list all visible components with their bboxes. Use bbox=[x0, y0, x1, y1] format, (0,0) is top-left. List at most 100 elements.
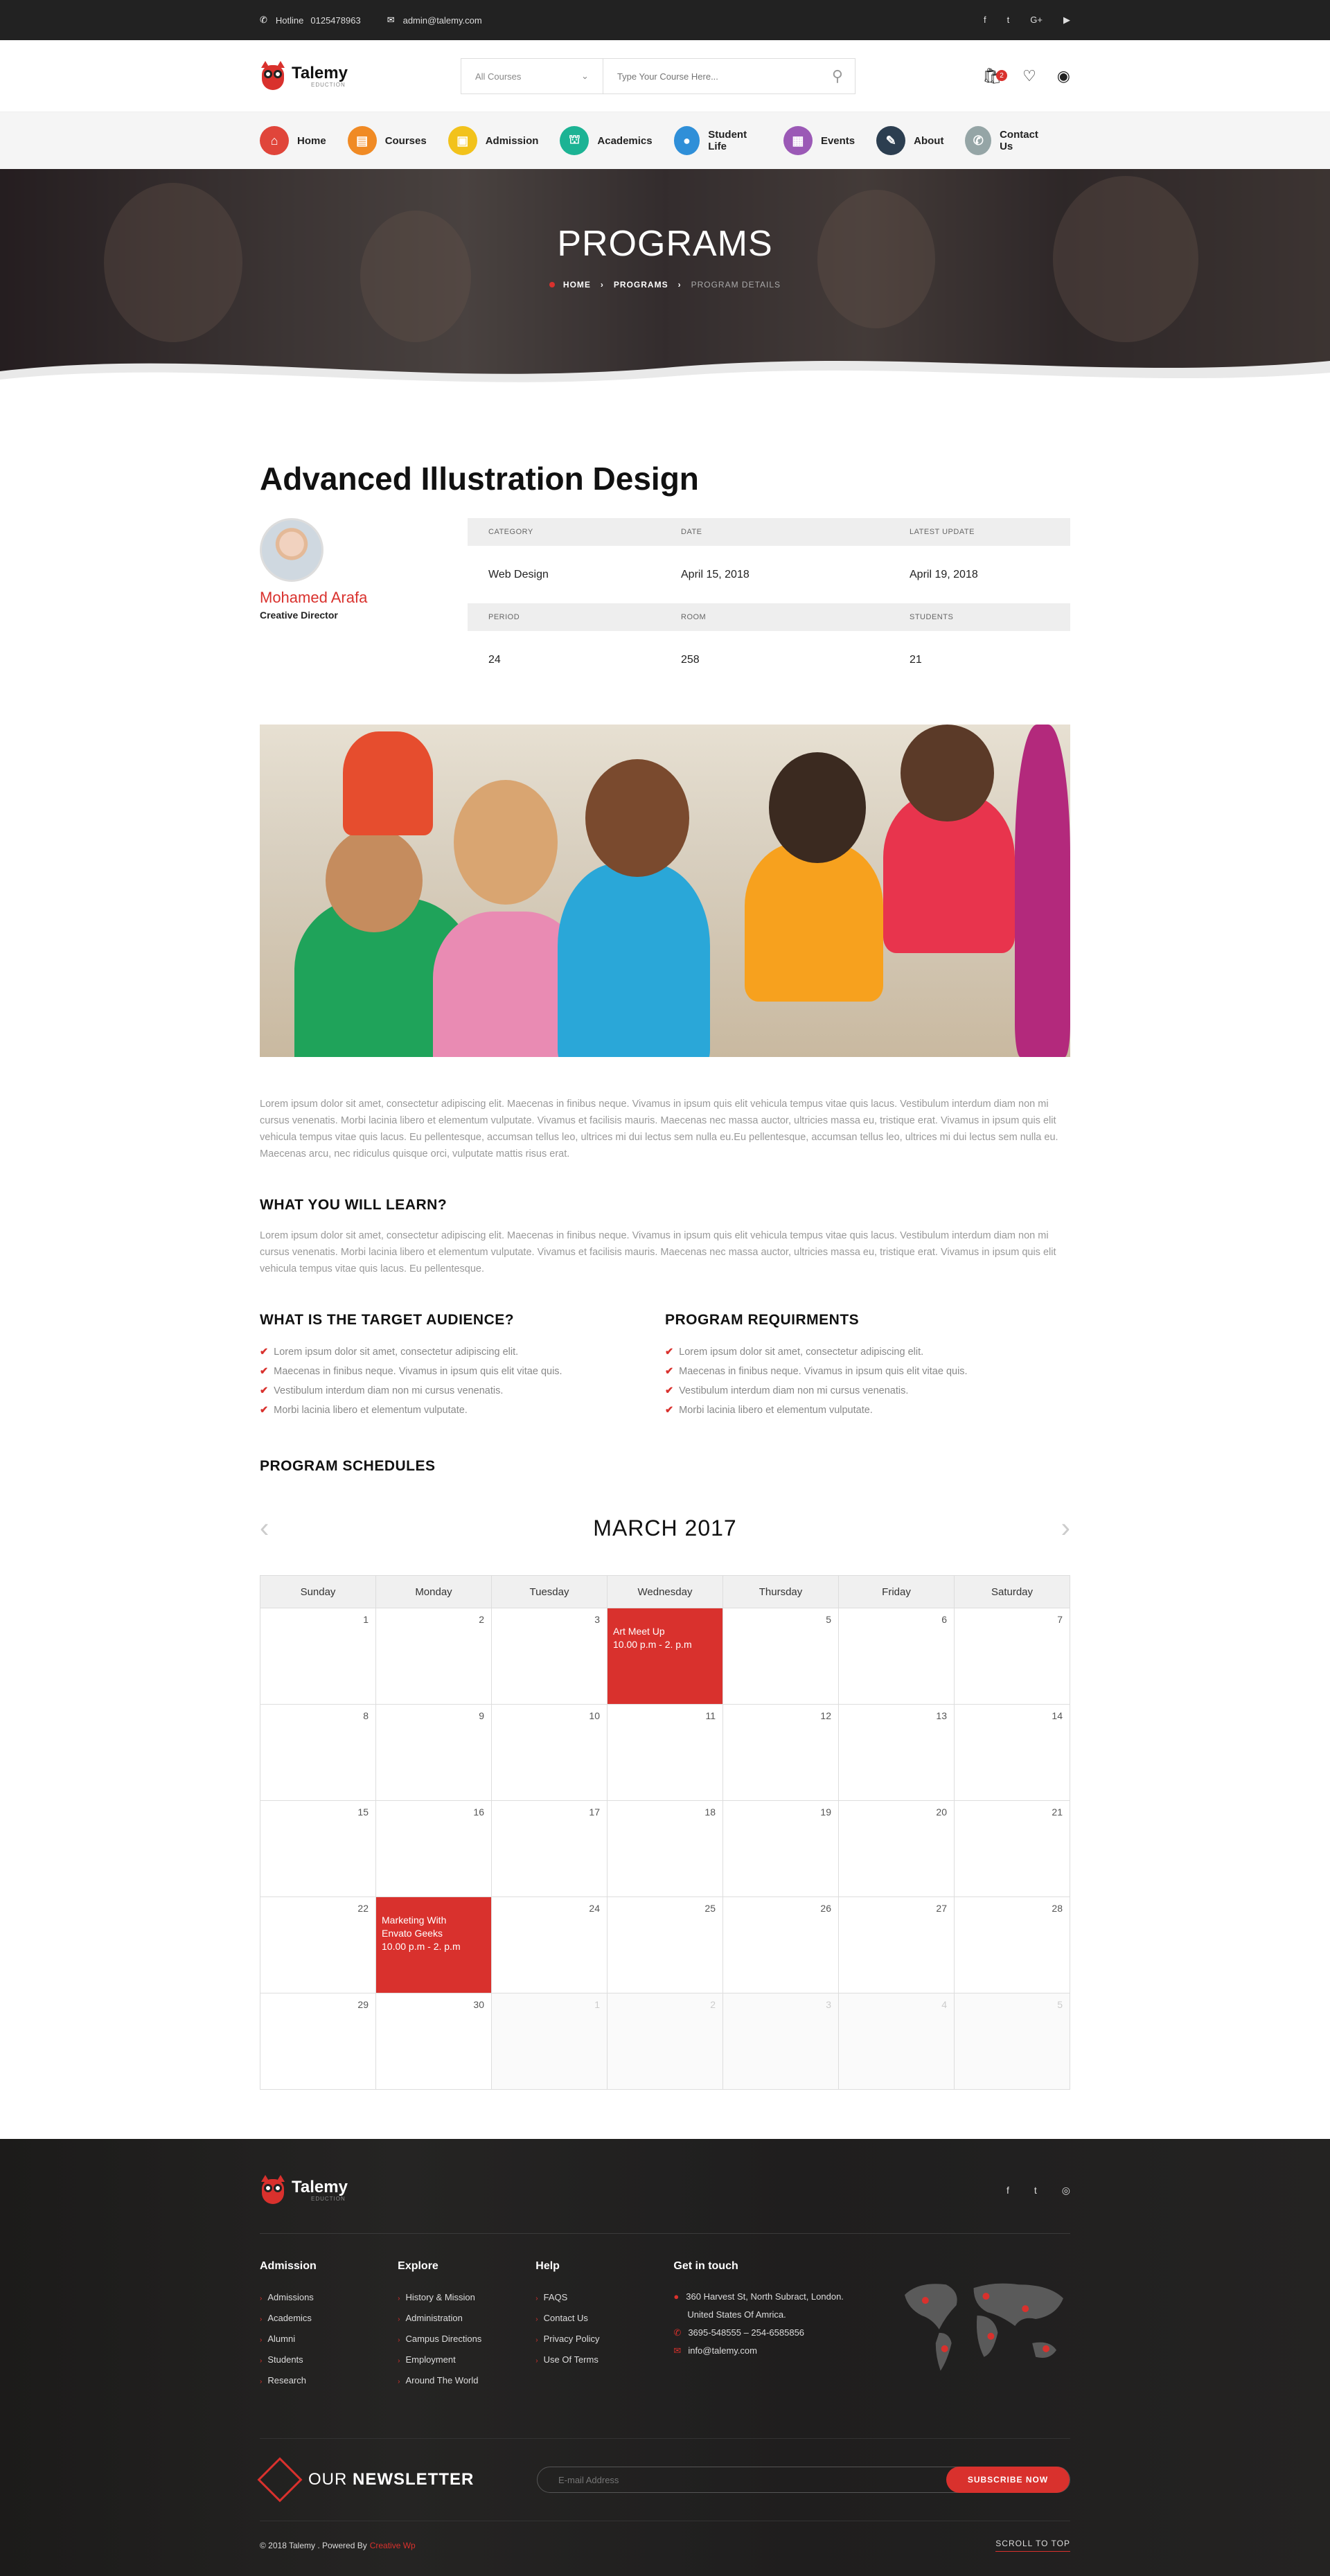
nav-item-student-life[interactable]: ● Student Life bbox=[673, 126, 762, 155]
calendar-day-cell[interactable]: 26 bbox=[723, 1897, 839, 1993]
calendar-day-cell[interactable]: 25 bbox=[608, 1897, 723, 1993]
search-input[interactable] bbox=[603, 59, 820, 94]
footer-logo[interactable]: Talemy EDUCTION bbox=[260, 2175, 348, 2205]
twitter-icon[interactable]: t bbox=[1034, 2185, 1037, 2196]
calendar-day-cell[interactable]: 12 bbox=[723, 1705, 839, 1800]
calendar-day-cell[interactable]: 16 bbox=[376, 1801, 492, 1897]
hotline-number[interactable]: 0125478963 bbox=[310, 15, 360, 26]
calendar-day-cell[interactable]: 28 bbox=[955, 1897, 1070, 1993]
calendar-day-cell[interactable]: 3 bbox=[492, 1608, 608, 1704]
instagram-icon[interactable]: ◎ bbox=[1062, 2185, 1070, 2196]
phone-numbers[interactable]: 3695-548555 – 254-6585856 bbox=[688, 2327, 804, 2338]
info-period: 24 bbox=[488, 653, 501, 666]
calendar-day-cell[interactable]: 24 bbox=[492, 1897, 608, 1993]
cart-button[interactable]: 🛍 2 bbox=[982, 67, 1008, 85]
footer-link[interactable]: › Research bbox=[260, 2371, 398, 2392]
nav-item-admission[interactable]: ▣ Admission bbox=[447, 126, 538, 155]
calendar-day-cell[interactable]: 27 bbox=[839, 1897, 955, 1993]
nav-item-events[interactable]: ▦ Events bbox=[783, 126, 855, 155]
calendar-day-cell[interactable]: 5 bbox=[723, 1608, 839, 1704]
calendar-day-cell[interactable]: 17 bbox=[492, 1801, 608, 1897]
logo[interactable]: Talemy EDUCTION bbox=[260, 61, 348, 91]
footer-link[interactable]: › Use Of Terms bbox=[535, 2350, 673, 2371]
calendar-day-cell[interactable]: 8 bbox=[260, 1705, 376, 1800]
powered-by-link[interactable]: Creative Wp bbox=[370, 2541, 416, 2550]
footer-link[interactable]: › Campus Directions bbox=[398, 2329, 535, 2350]
target-audience: WHAT IS THE TARGET AUDIENCE? ✔ Lorem ipsu… bbox=[260, 1312, 665, 1420]
page-title: PROGRAMS bbox=[557, 224, 773, 264]
calendar-day-number: 27 bbox=[936, 1903, 947, 1914]
calendar-day-cell[interactable]: 6 bbox=[839, 1608, 955, 1704]
calendar-day-cell[interactable]: 29 bbox=[260, 1993, 376, 2089]
nav-item-courses[interactable]: ▤ Courses bbox=[347, 126, 427, 155]
twitter-icon[interactable]: t bbox=[1007, 15, 1010, 26]
calendar-day-cell[interactable]: 2 bbox=[608, 1993, 723, 2089]
nav-item-home[interactable]: ⌂ Home bbox=[260, 126, 326, 155]
calendar-day-cell[interactable]: 10 bbox=[492, 1705, 608, 1800]
chevron-right-icon[interactable]: › bbox=[1061, 1513, 1070, 1544]
calendar-day-cell[interactable]: 20 bbox=[839, 1801, 955, 1897]
calendar-day-cell[interactable]: 19 bbox=[723, 1801, 839, 1897]
footer-link[interactable]: › Contact Us bbox=[535, 2309, 673, 2329]
footer-email[interactable]: info@talemy.com bbox=[688, 2345, 757, 2356]
footer-link[interactable]: › Academics bbox=[260, 2309, 398, 2329]
footer-link[interactable]: › Alumni bbox=[260, 2329, 398, 2350]
email-address[interactable]: admin@talemy.com bbox=[403, 15, 482, 26]
calendar-day-cell[interactable]: 30 bbox=[376, 1993, 492, 2089]
footer-link[interactable]: › Around The World bbox=[398, 2371, 535, 2392]
footer-link[interactable]: › Students bbox=[260, 2350, 398, 2371]
user-icon[interactable]: ◉ bbox=[1057, 67, 1070, 85]
category-select[interactable]: All Courses ⌄ bbox=[461, 59, 603, 94]
newsletter: OUR NEWSLETTER SUBSCRIBE NOW bbox=[257, 2438, 1070, 2521]
footer-link[interactable]: › FAQS bbox=[535, 2288, 673, 2309]
calendar-day-cell[interactable]: 3 bbox=[723, 1993, 839, 2089]
calendar-day-cell[interactable]: 21 bbox=[955, 1801, 1070, 1897]
breadcrumb-programs[interactable]: PROGRAMS bbox=[614, 280, 668, 290]
subscribe-button[interactable]: SUBSCRIBE NOW bbox=[946, 2467, 1070, 2493]
calendar-day-cell[interactable]: 22 bbox=[260, 1897, 376, 1993]
calendar-day-cell[interactable]: 1 bbox=[492, 1993, 608, 2089]
footer-link[interactable]: › Employment bbox=[398, 2350, 535, 2371]
calendar-day-number: 20 bbox=[936, 1806, 947, 1818]
chevron-right-icon: › bbox=[535, 2295, 538, 2302]
calendar-day-cell[interactable]: 9 bbox=[376, 1705, 492, 1800]
footer-link[interactable]: › History & Mission bbox=[398, 2288, 535, 2309]
calendar-day-cell[interactable]: 4 bbox=[839, 1993, 955, 2089]
youtube-icon[interactable]: ▶ bbox=[1063, 15, 1070, 26]
avatar[interactable] bbox=[260, 518, 323, 582]
footer-link[interactable]: › Administration bbox=[398, 2309, 535, 2329]
calendar-day-cell[interactable]: 5 bbox=[955, 1993, 1070, 2089]
nav-item-academics[interactable]: ⛫ Academics bbox=[560, 126, 653, 155]
author-name[interactable]: Mohamed Arafa bbox=[260, 589, 468, 607]
calendar-day-number: 17 bbox=[589, 1806, 600, 1818]
calendar-event-cell[interactable]: Marketing With Envato Geeks 10.00 p.m - 2.… bbox=[376, 1897, 492, 1993]
nav-item-contact-us[interactable]: ✆ Contact Us bbox=[965, 126, 1049, 155]
calendar-day-cell[interactable]: 11 bbox=[608, 1705, 723, 1800]
info-header: DATE bbox=[681, 528, 702, 536]
newsletter-email-input[interactable] bbox=[538, 2474, 946, 2485]
list-item: ✔ Morbi lacinia libero et elementum vulpu… bbox=[665, 1405, 873, 1416]
chevron-left-icon[interactable]: ‹ bbox=[260, 1513, 269, 1544]
footer-link[interactable]: › Privacy Policy bbox=[535, 2329, 673, 2350]
calendar-day-cell[interactable]: 13 bbox=[839, 1705, 955, 1800]
heart-icon[interactable]: ♡ bbox=[1022, 67, 1036, 85]
search-icon[interactable]: ⚲ bbox=[820, 59, 855, 94]
google-plus-icon[interactable]: G+ bbox=[1030, 15, 1043, 26]
calendar-event-cell[interactable]: Art Meet Up 10.00 p.m - 2. p.m bbox=[608, 1608, 723, 1704]
footer-link[interactable]: › Admissions bbox=[260, 2288, 398, 2309]
breadcrumb-home[interactable]: HOME bbox=[563, 280, 591, 290]
email-contact[interactable]: ✉ admin@talemy.com bbox=[387, 15, 482, 26]
calendar-day-cell[interactable]: 18 bbox=[608, 1801, 723, 1897]
newsletter-title: OUR NEWSLETTER bbox=[308, 2470, 475, 2489]
nav-icon: ⌂ bbox=[260, 126, 289, 155]
facebook-icon[interactable]: f bbox=[1007, 2185, 1009, 2196]
calendar-day-cell[interactable]: 2 bbox=[376, 1608, 492, 1704]
scroll-to-top-button[interactable]: SCROLL TO TOP bbox=[995, 2539, 1070, 2552]
calendar-day-cell[interactable]: 7 bbox=[955, 1608, 1070, 1704]
calendar-day-cell[interactable]: 14 bbox=[955, 1705, 1070, 1800]
footer-help: Help › FAQS › Contact Us › Privacy Policy › Use… bbox=[535, 2260, 673, 2392]
calendar-day-cell[interactable]: 1 bbox=[260, 1608, 376, 1704]
nav-item-about[interactable]: ✎ About bbox=[876, 126, 943, 155]
facebook-icon[interactable]: f bbox=[984, 15, 986, 26]
calendar-day-cell[interactable]: 15 bbox=[260, 1801, 376, 1897]
